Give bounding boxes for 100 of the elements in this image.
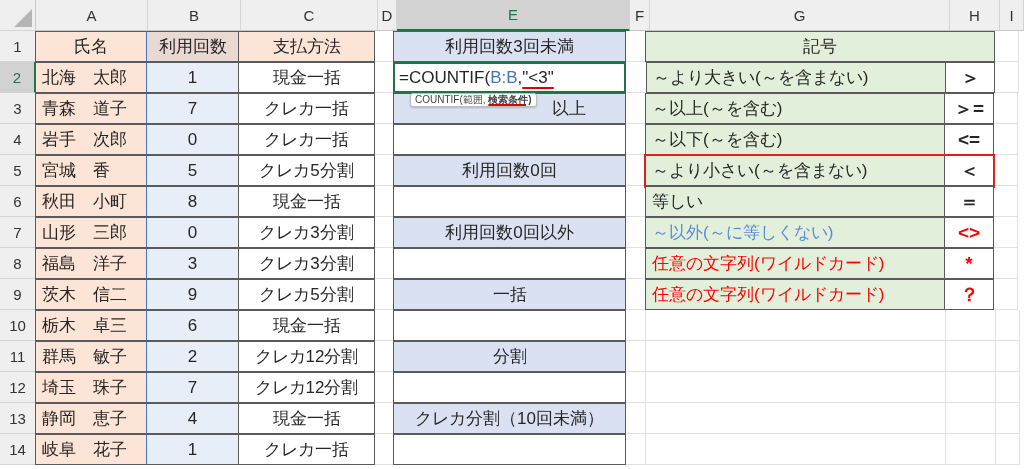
table-cell: 岩手 次郎: [35, 124, 147, 155]
table-cell: 0: [146, 124, 239, 155]
column-header[interactable]: I: [1000, 0, 1024, 31]
table-cell: ～以外(～に等しくない): [645, 217, 945, 248]
table-cell: クレカ一括: [238, 434, 375, 465]
table-cell: 任意の文字列(ワイルドカード): [645, 279, 945, 310]
table-cell: ～以下(～を含む): [645, 124, 945, 155]
row-header[interactable]: 8: [0, 248, 36, 279]
table-cell: 一括: [393, 279, 626, 310]
table-cell: クレカ5分割: [238, 279, 375, 310]
empty-cell: [996, 341, 1020, 372]
column-header[interactable]: C: [241, 0, 378, 31]
table-cell: 北海 太郎: [35, 62, 147, 93]
empty-cell: [996, 403, 1020, 434]
empty-cell: [994, 124, 1018, 155]
empty-cell: [995, 31, 1019, 62]
table-cell: 埼玉 珠子: [35, 372, 147, 403]
table-cell: 栃木 卓三: [35, 310, 147, 341]
function-tooltip: COUNTIF(範囲, 検索条件): [410, 93, 537, 107]
table-cell: クレカ5分割: [238, 155, 375, 186]
table-cell: 0: [146, 217, 239, 248]
table-cell: 利用回数: [146, 31, 239, 62]
empty-cell: [994, 155, 1018, 186]
table-cell: <>: [944, 217, 994, 248]
empty-cell: [996, 434, 1020, 465]
table-cell: ～より小さい(～を含まない): [645, 155, 945, 186]
empty-cell: [994, 186, 1018, 217]
row-header[interactable]: 14: [0, 434, 36, 465]
table-cell: 茨木 信二: [35, 279, 147, 310]
row-header[interactable]: 6: [0, 186, 36, 217]
empty-cell: [994, 248, 1018, 279]
row-header[interactable]: 11: [0, 341, 36, 372]
table-cell: 青森 道子: [35, 93, 147, 124]
table-cell: クレカ12分割: [238, 372, 375, 403]
table-cell: ＞=: [944, 93, 994, 124]
table-cell: 利用回数0回: [393, 155, 626, 186]
table-cell: 現金一括: [238, 186, 375, 217]
column-header[interactable]: D: [378, 0, 397, 31]
select-all-icon[interactable]: [14, 9, 32, 27]
table-cell: 静岡 恵子: [35, 403, 147, 434]
table-cell: ～以上(～を含む): [645, 93, 945, 124]
table-cell: 現金一括: [238, 62, 375, 93]
table-cell: 6: [146, 310, 239, 341]
column-header[interactable]: E: [397, 0, 630, 31]
table-cell: ～より大きい(～を含まない): [646, 62, 946, 93]
column-header[interactable]: B: [148, 0, 241, 31]
table-cell: ＞: [945, 62, 995, 93]
table-cell: 3: [146, 248, 239, 279]
empty-cell: [626, 341, 646, 372]
table-cell: クレカ一括: [238, 124, 375, 155]
table-cell: クレカ12分割: [238, 341, 375, 372]
table-cell: 現金一括: [238, 403, 375, 434]
row-header[interactable]: 3: [0, 93, 36, 124]
empty-cell: [995, 62, 1019, 93]
table-cell: *: [944, 248, 994, 279]
table-cell: ？: [944, 279, 994, 310]
column-header[interactable]: G: [650, 0, 950, 31]
table-cell: 福島 洋子: [35, 248, 147, 279]
table-cell: 1: [146, 62, 239, 93]
row-header[interactable]: 5: [0, 155, 36, 186]
table-cell: 8: [146, 186, 239, 217]
table-cell: 7: [146, 372, 239, 403]
empty-cell: [994, 279, 1018, 310]
empty-cell: [946, 403, 996, 434]
empty-cell: [946, 434, 996, 465]
column-header[interactable]: F: [630, 0, 650, 31]
table-cell: クレカ分割（10回未満）: [393, 403, 626, 434]
table-cell: 任意の文字列(ワイルドカード): [645, 248, 945, 279]
table-cell: 2: [146, 341, 239, 372]
formula-input[interactable]: =COUNTIF(B:B,"<3": [393, 62, 626, 93]
row-header[interactable]: 2: [0, 62, 36, 93]
table-cell: 秋田 小町: [35, 186, 147, 217]
table-cell: 宮城 香: [35, 155, 147, 186]
empty-cell: [626, 403, 646, 434]
empty-cell: [626, 310, 646, 341]
table-cell: <=: [944, 124, 994, 155]
table-cell: 4: [146, 403, 239, 434]
column-header[interactable]: H: [950, 0, 1000, 31]
row-header[interactable]: 12: [0, 372, 36, 403]
table-cell: 分割: [393, 341, 626, 372]
table-cell: 現金一括: [238, 310, 375, 341]
row-header[interactable]: 7: [0, 217, 36, 248]
table-cell: 氏名: [35, 31, 147, 62]
row-header[interactable]: 4: [0, 124, 36, 155]
empty-cell: [994, 217, 1018, 248]
table-cell: クレカ一括: [238, 93, 375, 124]
row-header[interactable]: 10: [0, 310, 36, 341]
column-header[interactable]: A: [36, 0, 148, 31]
row-header[interactable]: 13: [0, 403, 36, 434]
empty-cell: [946, 310, 996, 341]
empty-cell: [996, 310, 1020, 341]
row-header[interactable]: 9: [0, 279, 36, 310]
empty-cell: [994, 93, 1018, 124]
row-header[interactable]: 1: [0, 31, 36, 62]
table-cell: 1: [146, 434, 239, 465]
table-cell: 等しい: [645, 186, 945, 217]
table-cell: 群馬 敏子: [35, 341, 147, 372]
empty-cell: [626, 372, 646, 403]
table-cell: 支払方法: [238, 31, 375, 62]
table-cell: ＝: [944, 186, 994, 217]
